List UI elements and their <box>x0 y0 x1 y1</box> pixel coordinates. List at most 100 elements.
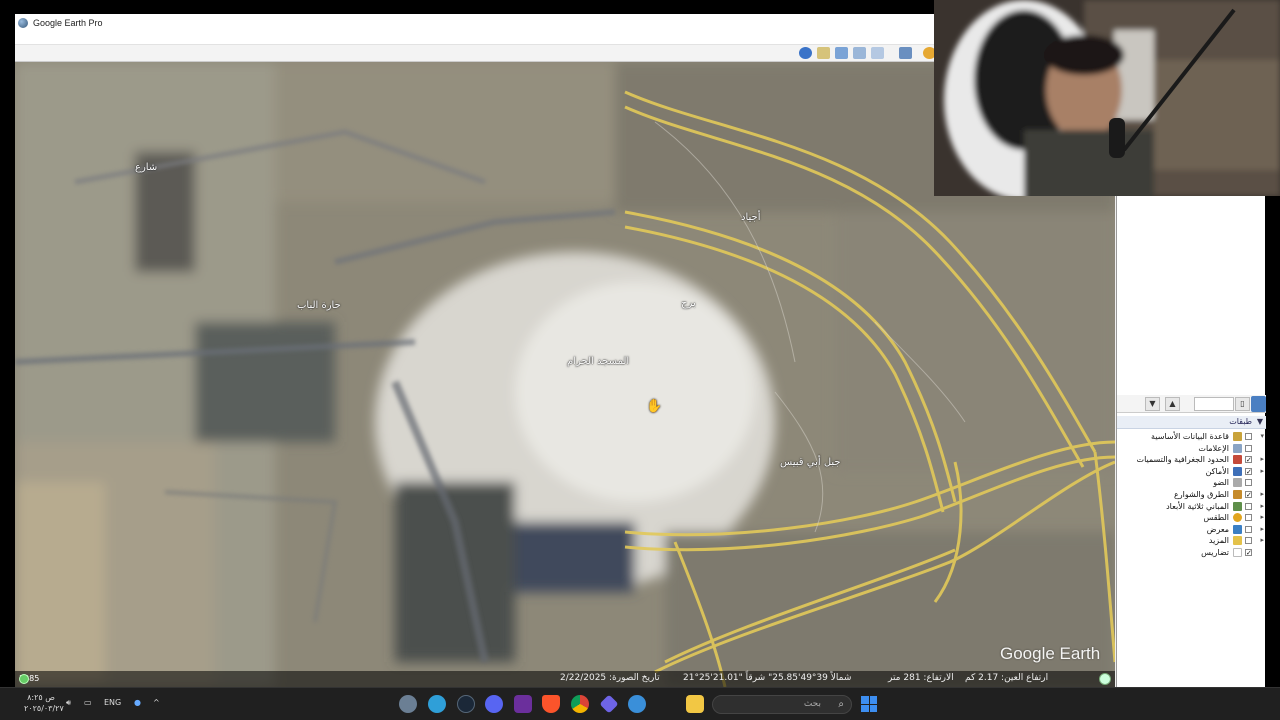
gallery-icon <box>1233 524 1242 534</box>
layers-header[interactable]: طبقات ▼ <box>1117 416 1266 429</box>
layer-checkbox[interactable] <box>1245 525 1252 533</box>
photos-app-icon[interactable] <box>628 695 646 713</box>
sidebar-toggle-icon[interactable] <box>899 47 912 59</box>
imagery-date: تاريخ الصورة: 2/22/2025 <box>560 673 660 683</box>
status-bar: 1985 تاريخ الصورة: 2/22/2025 21°25'21.01… <box>15 671 1115 687</box>
language-indicator[interactable]: ENG <box>104 698 121 707</box>
layer-label: الطقس <box>1203 513 1229 523</box>
expand-icon[interactable]: ▸ <box>1260 513 1264 521</box>
expand-icon[interactable]: ▸ <box>1260 455 1264 463</box>
eye-altitude: ارتفاع العين: 2.17 كم <box>965 673 1049 683</box>
layer-label: الأماكن <box>1205 466 1229 476</box>
taskbar-search[interactable]: بحث ⌕ <box>712 695 852 714</box>
layer-checkbox[interactable]: ✓ <box>1245 490 1252 498</box>
layer-item[interactable]: الإعلامات <box>1117 443 1266 455</box>
layer-label: الطرق والشوارع <box>1173 489 1229 499</box>
weather-sun-icon <box>1233 513 1242 523</box>
layer-checkbox[interactable]: ✓ <box>1245 456 1252 464</box>
print-icon[interactable] <box>835 47 848 59</box>
map-label-haram[interactable]: المسجد الحرام <box>567 356 629 367</box>
windows-start-icon[interactable] <box>861 696 877 712</box>
database-icon <box>1233 432 1242 441</box>
screen: Google Earth Pro برج المسجد الحرام جبل أ… <box>0 0 1280 720</box>
expand-icon[interactable]: ▸ <box>1260 467 1264 475</box>
email-icon[interactable] <box>817 47 830 59</box>
layer-item[interactable]: ▾ قاعدة البيانات الأساسية <box>1117 431 1266 443</box>
layer-checkbox[interactable] <box>1245 537 1252 545</box>
microphone-icon[interactable]: ● <box>134 698 141 707</box>
layer-checkbox[interactable] <box>1245 444 1252 452</box>
expand-icon[interactable]: ▸ <box>1260 502 1264 510</box>
chrome-icon[interactable] <box>571 695 589 713</box>
hand-cursor-icon: ✋ <box>646 399 663 414</box>
window-title: Google Earth Pro <box>33 18 103 28</box>
map-label-tower[interactable]: برج <box>681 298 696 309</box>
clock-date: ٢٠٢٥/٠٣/٢٧ <box>24 704 64 713</box>
layer-label: الإعلامات <box>1198 443 1229 453</box>
layers-title: طبقات <box>1229 417 1252 426</box>
borders-flag-icon <box>1233 455 1242 465</box>
expand-icon[interactable]: ▸ <box>1260 525 1264 533</box>
map-label-hotel[interactable]: حارة الباب <box>297 300 341 311</box>
layer-item[interactable]: ▸ ✓ الحدود الجغرافية والتسميات <box>1117 454 1266 466</box>
photos-icon <box>1233 478 1242 488</box>
map-label-ajyad[interactable]: أجياد <box>741 212 760 223</box>
clock-icon <box>19 674 29 684</box>
volume-icon[interactable]: 🔊︎ <box>66 698 71 708</box>
layer-item[interactable]: ▸ المباني ثلاثية الأبعاد <box>1117 501 1266 513</box>
search-icon: ⌕ <box>838 699 844 710</box>
layer-item[interactable]: ▸ المزيد <box>1117 535 1266 547</box>
file-explorer-icon[interactable] <box>686 695 704 713</box>
layer-item[interactable]: ✓ تضاريس <box>1117 547 1266 559</box>
network-icon[interactable]: ▭ <box>84 698 92 707</box>
tray-overflow-chevron-icon[interactable]: ^ <box>153 698 160 707</box>
historical-imagery-badge[interactable]: 1985 <box>19 672 39 685</box>
map-label-sharia[interactable]: شارع <box>135 162 157 173</box>
panel-search-box[interactable] <box>1194 397 1234 411</box>
map-label-abu-qubais[interactable]: جبل أبي قبيس <box>780 457 841 468</box>
layer-checkbox[interactable] <box>1245 479 1252 487</box>
layer-checkbox[interactable] <box>1245 433 1252 440</box>
layer-item[interactable]: ▸ الطقس <box>1117 512 1266 524</box>
layer-checkbox[interactable] <box>1245 514 1252 522</box>
next-app-icon[interactable] <box>514 695 532 713</box>
move-up-icon[interactable]: ▲ <box>1165 397 1180 411</box>
globe-icon[interactable] <box>799 47 812 59</box>
layer-item[interactable]: ▸ ✓ الطرق والشوارع <box>1117 489 1266 501</box>
more-folder-icon <box>1233 536 1242 546</box>
move-down-icon[interactable]: ▼ <box>1145 397 1160 411</box>
taskbar: ص ٨:٢٥ ٢٠٢٥/٠٣/٢٧ 🔊︎ ▭ ENG ● ^ بحث ⌕ <box>0 687 1280 720</box>
layer-label: المزيد <box>1208 536 1229 546</box>
clock-time: ص ٨:٢٥ <box>27 693 55 702</box>
save-image-icon[interactable] <box>853 47 866 59</box>
layer-item[interactable]: الضو <box>1117 477 1266 489</box>
side-panel: ▼ ▲ ▯ طبقات ▼ ▾ قاعدة البيانات الأساسية ا… <box>1116 195 1266 687</box>
expand-icon[interactable]: ▾ <box>1260 432 1264 440</box>
webcam-overlay <box>934 0 1280 196</box>
discord-icon[interactable] <box>485 695 503 713</box>
google-earth-taskbar-icon[interactable] <box>399 695 417 713</box>
layer-checkbox[interactable]: ✓ <box>1245 467 1252 475</box>
brave-icon[interactable] <box>542 695 560 713</box>
search-go-button[interactable] <box>1251 396 1266 412</box>
buildings-3d-icon <box>1233 501 1242 511</box>
app-taskbar-icon[interactable] <box>428 695 446 713</box>
places-icon <box>1233 466 1242 476</box>
collapse-arrow-icon[interactable]: ▼ <box>1257 417 1263 426</box>
taskbar-clock[interactable]: ص ٨:٢٥ ٢٠٢٥/٠٣/٢٧ <box>24 692 64 714</box>
streaming-indicator-icon <box>1099 673 1111 685</box>
streamer-camera-image <box>934 0 1280 196</box>
layer-checkbox[interactable] <box>1245 502 1252 510</box>
layer-checkbox[interactable]: ✓ <box>1245 548 1252 556</box>
expand-icon[interactable]: ▸ <box>1260 536 1264 544</box>
layer-label: الحدود الجغرافية والتسميات <box>1136 455 1229 465</box>
layer-item[interactable]: ▸ معرض <box>1117 524 1266 536</box>
layer-label: تضاريس <box>1201 547 1229 557</box>
list-view-icon[interactable]: ▯ <box>1235 397 1250 411</box>
layer-item[interactable]: ▸ ✓ الأماكن <box>1117 466 1266 478</box>
steam-icon[interactable] <box>457 695 475 713</box>
expand-icon[interactable]: ▸ <box>1260 490 1264 498</box>
maps-icon[interactable] <box>871 47 884 59</box>
coordinates: 21°25'21.01" شمالاً 39°49'25.85" شرقاً <box>683 673 852 683</box>
diamond-app-icon[interactable] <box>599 694 619 714</box>
